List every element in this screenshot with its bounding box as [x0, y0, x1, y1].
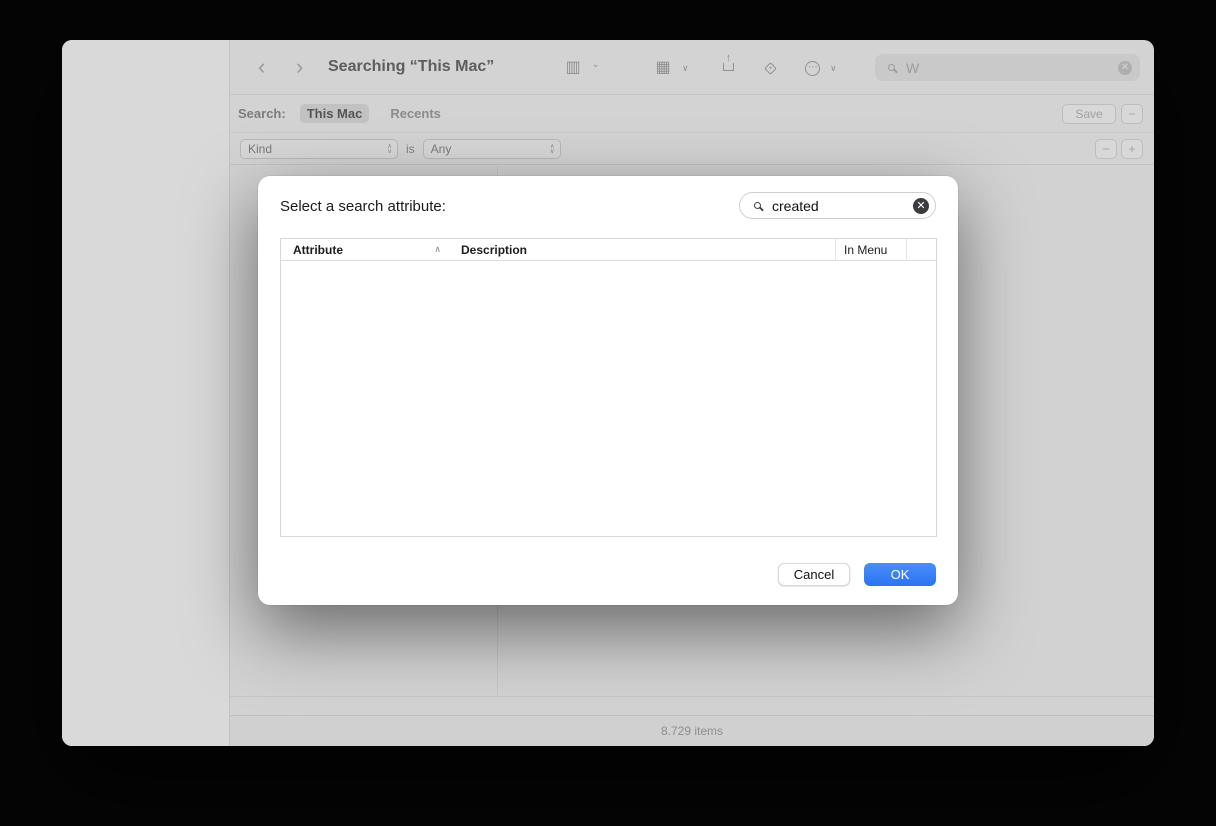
back-button[interactable]: ‹ — [258, 54, 265, 80]
header-description[interactable]: Description — [449, 239, 835, 260]
more-actions-icon[interactable] — [804, 60, 820, 76]
close-button[interactable] — [86, 58, 98, 70]
sidebar — [62, 40, 230, 746]
search-scope-label: Search: — [238, 106, 286, 121]
toolbar-search-field[interactable]: W ✕ — [875, 54, 1140, 81]
search-attribute-dialog: Select a search attribute: created ✕ Att… — [258, 176, 958, 605]
finder-window: ‹ › Searching “This Mac” ⌄ ∨ ∨ W ✕ Searc… — [62, 40, 1154, 746]
sort-ascending-icon: ∧ — [434, 244, 441, 254]
cancel-button[interactable]: Cancel — [778, 563, 850, 586]
header-attribute-label: Attribute — [293, 242, 343, 257]
group-chevron-icon[interactable]: ∨ — [682, 63, 689, 74]
attribute-search-value: created — [772, 197, 819, 214]
window-title: Searching “This Mac” — [328, 58, 495, 75]
criteria-value-select[interactable]: Any ∧ ∨ — [422, 138, 561, 159]
toolbar-search-value: W — [906, 59, 920, 76]
column-view-icon[interactable] — [565, 60, 581, 76]
more-chevron-icon[interactable]: ∨ — [830, 63, 837, 74]
status-bar: 8.729 items — [230, 715, 1154, 746]
header-description-label: Description — [461, 242, 528, 257]
table-header: Attribute ∧ Description In Menu — [281, 239, 936, 261]
ok-button[interactable]: OK — [864, 563, 936, 586]
item-count: 8.729 items — [660, 724, 724, 738]
search-icon — [883, 60, 899, 76]
criteria-attribute-value: Kind — [248, 141, 273, 156]
remove-criteria-button[interactable]: − — [1095, 138, 1117, 159]
header-attribute[interactable]: Attribute ∧ — [281, 239, 449, 260]
criteria-attribute-select[interactable]: Kind ∧ ∨ — [240, 138, 398, 159]
scope-this-mac[interactable]: This Mac — [299, 104, 370, 123]
header-spacer — [906, 239, 936, 260]
criteria-value: Any — [430, 141, 452, 156]
clear-search-icon[interactable]: ✕ — [913, 197, 929, 214]
tag-icon[interactable] — [762, 60, 778, 76]
view-chevron-icon[interactable]: ⌄ — [592, 59, 600, 70]
search-scope-bar: Search: This Mac Recents Save − — [230, 95, 1154, 133]
clear-search-icon[interactable]: ✕ — [1118, 60, 1132, 75]
popup-chevrons-icon: ∧ ∨ — [549, 142, 555, 155]
header-in-menu-label: In Menu — [844, 242, 888, 257]
attribute-search-field[interactable]: created ✕ — [739, 192, 936, 219]
remove-search-button[interactable]: − — [1121, 103, 1143, 124]
search-criteria-row: Kind ∧ ∨ is Any ∧ ∨ − + — [230, 133, 1154, 165]
add-criteria-button[interactable]: + — [1121, 138, 1143, 159]
dialog-title: Select a search attribute: — [280, 198, 446, 215]
share-icon[interactable] — [720, 53, 736, 71]
popup-chevrons-icon: ∧ ∨ — [387, 142, 392, 155]
forward-button[interactable]: › — [296, 54, 303, 80]
header-in-menu[interactable]: In Menu — [835, 239, 906, 260]
group-icon[interactable] — [655, 60, 671, 76]
titlebar: ‹ › Searching “This Mac” ⌄ ∨ ∨ W ✕ — [230, 40, 1154, 95]
zoom-button[interactable] — [126, 58, 138, 70]
scope-recents[interactable]: Recents — [383, 104, 448, 123]
save-search-button[interactable]: Save — [1062, 103, 1116, 124]
attribute-table: Attribute ∧ Description In Menu — [280, 238, 937, 537]
minimize-button[interactable] — [106, 58, 118, 70]
criteria-operator: is — [406, 141, 415, 156]
search-icon — [749, 198, 765, 214]
window-controls — [86, 58, 229, 70]
list-bottom-divider — [230, 696, 1154, 697]
